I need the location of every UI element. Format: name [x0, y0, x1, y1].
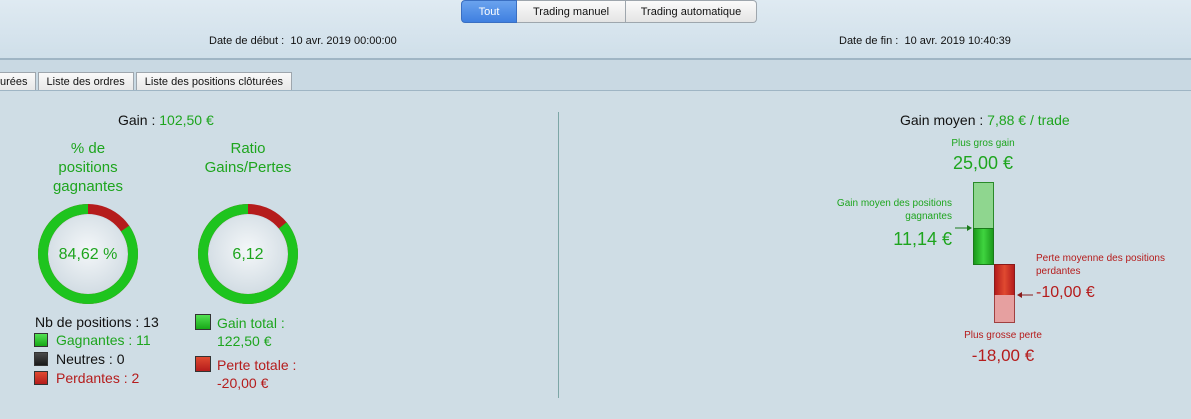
win-rate-title-line3: gagnantes	[52, 178, 124, 195]
total-gain: Gain : 102,50 €	[118, 112, 214, 128]
tab-bar: urées Liste des ordres Liste des positio…	[0, 72, 294, 91]
average-win-label: Gain moyen des positions gagnantes	[812, 197, 952, 223]
win-rate-value: 84,62 %	[58, 246, 118, 263]
ratio-title-line1: Ratio	[230, 140, 266, 157]
average-loss-arrow-icon	[1017, 292, 1033, 298]
max-gain-label: Plus gros gain	[951, 138, 1015, 149]
total-loss-block: Perte totale : -20,00 €	[217, 356, 296, 392]
positions-count: Nb de positions : 13	[35, 314, 159, 330]
total-loss-value: -20,00 €	[217, 375, 269, 391]
tab-closed-positions-list[interactable]: Liste des positions clôturées	[135, 72, 292, 91]
win-rate-title-line1: % de	[70, 140, 106, 157]
tab-closed-positions-partial[interactable]: urées	[0, 72, 36, 91]
average-gain: Gain moyen : 7,88 € / trade	[900, 112, 1070, 128]
max-gain-value: 25,00 €	[952, 153, 1014, 173]
total-loss-swatch	[195, 356, 211, 372]
neutral-swatch	[34, 352, 48, 366]
average-win-arrow-icon	[955, 225, 972, 231]
average-win-value: 11,14 €	[893, 229, 952, 249]
end-date-label: Date de fin :	[839, 35, 899, 47]
average-loss-value: -10,00 €	[1036, 284, 1095, 301]
total-gain-value: 122,50 €	[217, 333, 272, 349]
filter-tout-button[interactable]: Tout	[461, 0, 517, 23]
average-loss-label-line1: Perte moyenne des positions	[1036, 253, 1165, 264]
winners-count: Gagnantes : 11	[56, 332, 151, 348]
total-gain-label: Gain total :	[217, 315, 285, 331]
start-date: Date de début : 10 avr. 2019 00:00:00	[209, 35, 397, 47]
max-loss-value: -18,00 €	[971, 346, 1035, 365]
average-win-label-line2: gagnantes	[905, 211, 952, 222]
win-rate-title-line2: positions	[58, 159, 118, 176]
average-loss-label: Perte moyenne des positions perdantes	[1036, 252, 1165, 278]
gain-label: Gain :	[118, 112, 156, 128]
ratio-value: 6,12	[232, 246, 264, 263]
filter-segmented-control: Tout Trading manuel Trading automatique	[461, 0, 757, 23]
losers-swatch	[34, 371, 48, 385]
max-loss-label: Plus grosse perte	[964, 330, 1042, 341]
winners-swatch	[34, 333, 48, 347]
neutral-count: Neutres : 0	[56, 351, 125, 367]
average-loss-label-line2: perdantes	[1036, 266, 1081, 277]
average-gain-bar	[973, 228, 994, 265]
ratio-title: Ratio Gains/Pertes	[188, 139, 308, 177]
max-gain-bar	[973, 182, 994, 229]
total-gain-block: Gain total : 122,50 €	[217, 314, 285, 350]
end-date: Date de fin : 10 avr. 2019 10:40:39	[839, 35, 1011, 47]
start-date-value: 10 avr. 2019 00:00:00	[290, 35, 397, 47]
tab-orders-list[interactable]: Liste des ordres	[37, 72, 134, 91]
average-gain-label: Gain moyen :	[900, 112, 984, 128]
ratio-title-line2: Gains/Pertes	[204, 159, 292, 176]
filter-trading-automatique-button[interactable]: Trading automatique	[626, 0, 757, 23]
average-win-label-line1: Gain moyen des positions	[836, 198, 952, 209]
average-gain-value: 7,88 € / trade	[987, 112, 1070, 128]
win-rate-title: % de positions gagnantes	[40, 139, 136, 196]
average-loss-bar	[994, 264, 1015, 296]
losers-count: Perdantes : 2	[56, 370, 140, 386]
total-gain-swatch	[195, 314, 211, 330]
total-loss-label: Perte totale :	[217, 357, 297, 373]
panel-divider	[558, 112, 559, 398]
filter-trading-manuel-button[interactable]: Trading manuel	[517, 0, 626, 23]
end-date-value: 10 avr. 2019 10:40:39	[904, 35, 1011, 47]
start-date-label: Date de début :	[209, 35, 285, 47]
gain-value: 102,50 €	[159, 112, 214, 128]
max-loss-bar	[994, 295, 1015, 323]
toolbar-divider	[0, 58, 1191, 60]
